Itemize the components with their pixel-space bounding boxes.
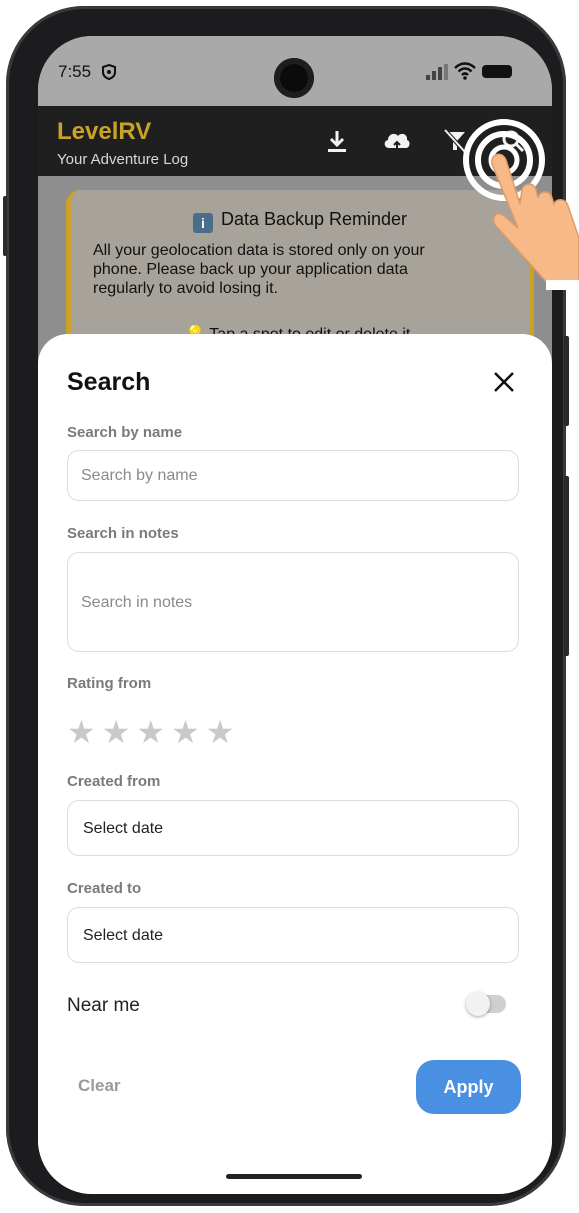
name-label: Search by name [67, 424, 183, 441]
created-from-value: Select date [83, 820, 164, 837]
star-icon-1[interactable]: ★ [67, 716, 96, 748]
name-placeholder: Search by name [81, 467, 198, 484]
search-name-input[interactable]: Search by name [67, 450, 519, 501]
info-icon: i [192, 213, 213, 233]
near-me-label: Near me [67, 995, 140, 1016]
rating-label: Rating from [67, 675, 152, 692]
power-button [564, 336, 569, 426]
app-title: LevelRV [57, 118, 152, 145]
created-to-label: Created to [67, 880, 142, 897]
created-from-label: Created from [67, 773, 161, 790]
status-time: 7:55 [58, 62, 92, 81]
shield-icon [102, 64, 116, 80]
sheet-title: Search [67, 368, 151, 396]
toggle-knob [466, 992, 490, 1016]
created-to-date-field[interactable]: Select date [67, 907, 519, 963]
home-indicator [226, 1174, 362, 1179]
battery-icon [482, 65, 512, 78]
cloud-upload-icon[interactable] [382, 128, 412, 154]
rating-stars: ★ ★ ★ ★ ★ [67, 716, 240, 748]
app-subtitle: Your Adventure Log [57, 151, 189, 168]
notes-label: Search in notes [67, 525, 179, 542]
star-icon-4[interactable]: ★ [171, 716, 200, 748]
close-icon[interactable] [490, 368, 518, 396]
reminder-body: All your geolocation data is stored only… [93, 242, 425, 297]
created-from-date-field[interactable]: Select date [67, 800, 519, 856]
tap-gesture-icon [463, 119, 579, 290]
side-button [564, 476, 569, 656]
search-notes-input[interactable]: Search in notes [67, 552, 519, 652]
clear-button[interactable]: Clear [78, 1070, 146, 1102]
volume-button [3, 196, 7, 256]
star-icon-3[interactable]: ★ [136, 716, 165, 748]
near-me-toggle[interactable] [466, 992, 506, 1016]
reminder-title: Data Backup Reminder [220, 209, 408, 229]
notes-placeholder: Search in notes [81, 594, 193, 611]
status-bar: 7:55 [38, 36, 552, 106]
wifi-icon [454, 62, 476, 80]
apply-button[interactable]: Apply [416, 1060, 521, 1114]
signal-icon [426, 64, 448, 80]
download-icon[interactable] [324, 128, 350, 154]
created-to-value: Select date [83, 927, 164, 944]
search-sheet: Search Search by name Search by name Sea… [38, 334, 552, 1194]
star-icon-2[interactable]: ★ [102, 716, 131, 748]
star-icon-5[interactable]: ★ [206, 716, 235, 748]
front-camera [274, 58, 314, 98]
